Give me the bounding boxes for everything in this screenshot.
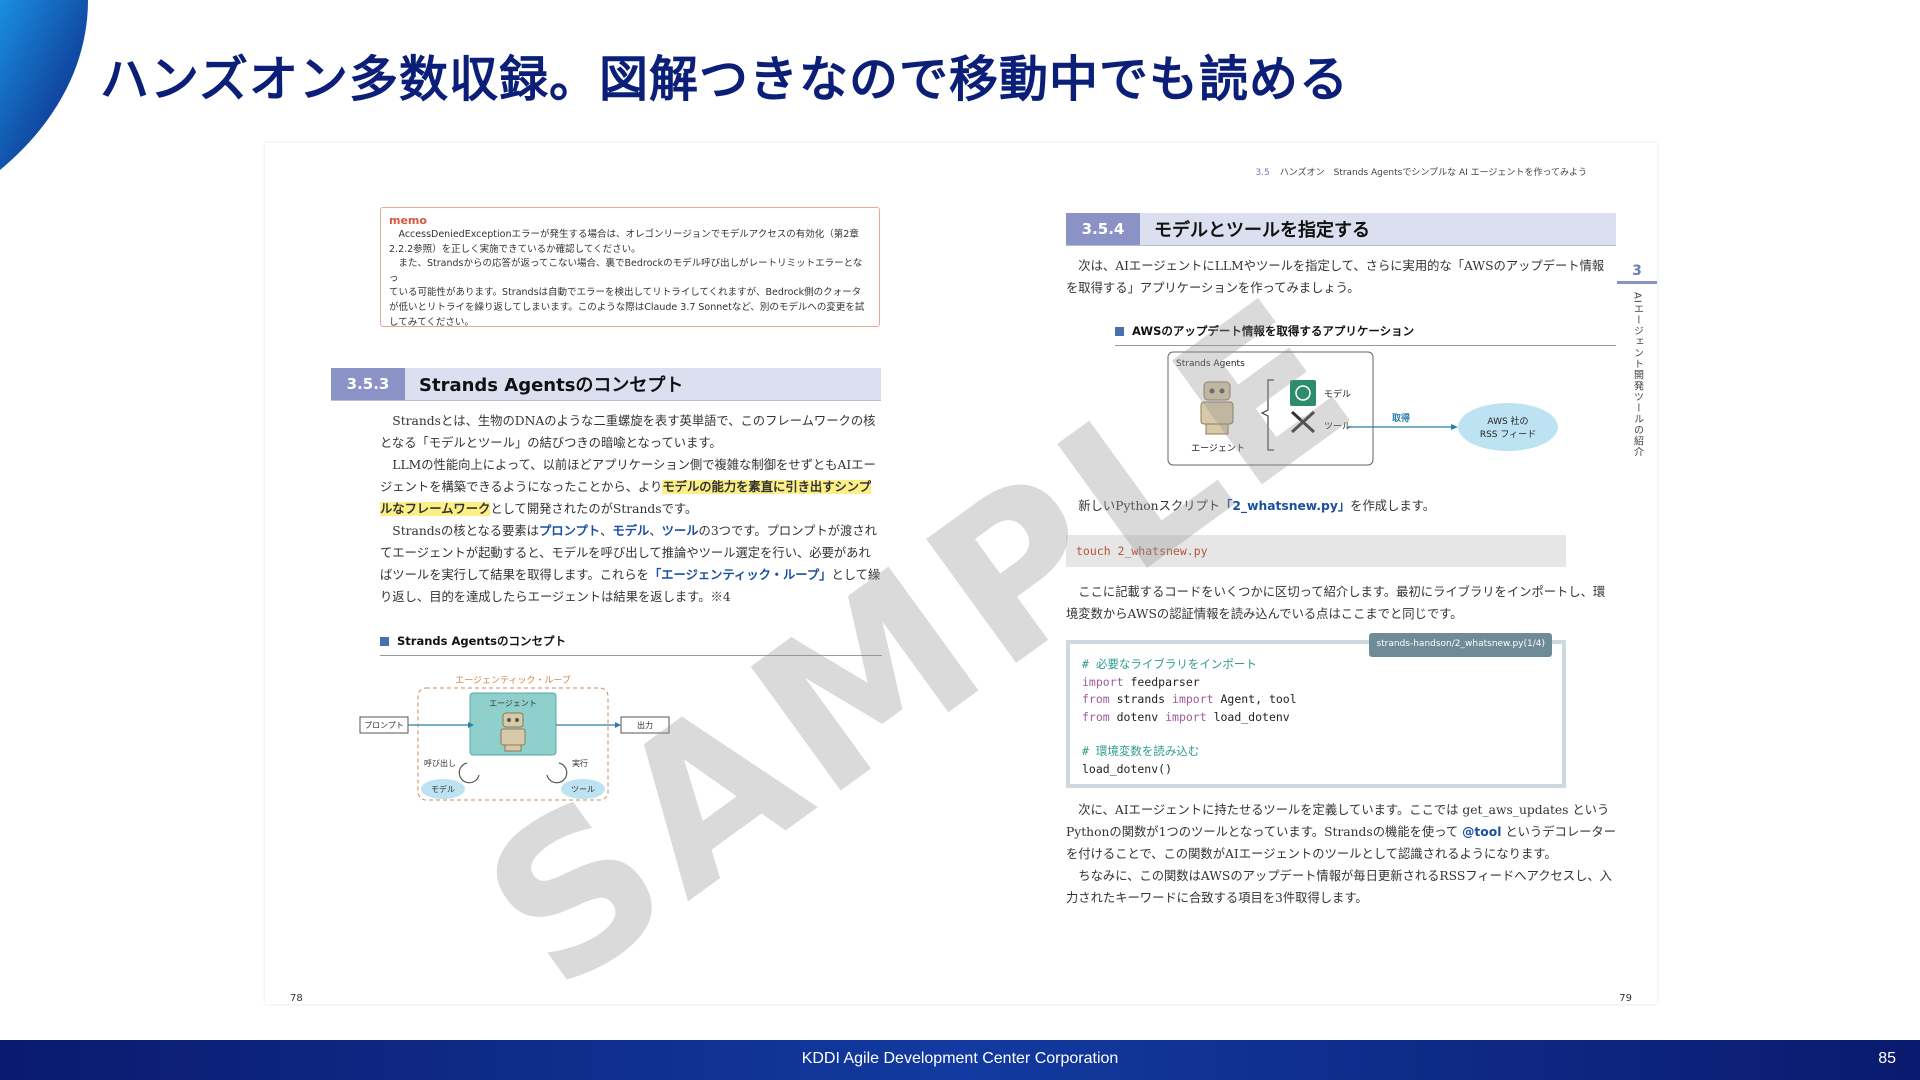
figure-caption-text: Strands Agentsのコンセプト (397, 634, 566, 648)
prompt-label: プロンプト (364, 721, 404, 730)
figure-icon (380, 636, 389, 646)
figure-icon (1115, 326, 1124, 336)
section-title: モデルとツールを指定する (1154, 220, 1370, 241)
running-head: 3.5 ハンズオン Strands Agentsでシンプルな AI エージェントを… (1255, 165, 1587, 178)
code-line: import feedparser (1082, 674, 1550, 692)
memo-line: AccessDeniedExceptionエラーが発生する場合は、オレゴンリージ… (389, 229, 859, 240)
slide-title: ハンズオン多数収録。図解つきなので移動中でも読める (100, 51, 1350, 108)
code-keyword: import (1172, 692, 1214, 706)
memo-text: AccessDeniedExceptionエラーが発生する場合は、オレゴンリージ… (389, 228, 871, 330)
keyword: プロンプト (538, 524, 601, 538)
right-body-text-4: 次に、AIエージェントに持たせるツールを定義しています。ここでは get_aws… (1066, 799, 1616, 909)
code-file-tab: strands-handson/2_whatsnew.py(1/4) (1369, 633, 1552, 657)
call-cycle-arrow (458, 762, 480, 784)
page-number-right: 79 (1619, 993, 1632, 1004)
section-heading-353: 3.5.3 Strands Agentsのコンセプト (331, 368, 881, 401)
feed-label-2: RSS フィード (1480, 430, 1536, 440)
text-run: として開発されたのがStrandsです。 (490, 502, 698, 516)
code-line: from strands import Agent, tool (1082, 691, 1550, 709)
arrow-head (1451, 424, 1458, 430)
code-text: Agent, tool (1213, 692, 1297, 706)
paragraph: Strandsとは、生物のDNAのような二重螺旋を表す英単語で、このフレームワー… (380, 414, 876, 450)
code-text: strands (1109, 692, 1173, 706)
fetch-label: 取得 (1392, 412, 1410, 424)
model-label: モデル (431, 784, 455, 794)
memo-line: してみてください。 (389, 316, 474, 328)
paragraph: 次に、AIエージェントに持たせるツールを定義しています。ここでは get_aws… (1066, 799, 1616, 865)
slide-number: 85 (1878, 1050, 1896, 1067)
code-line: load_dotenv() (1082, 761, 1173, 776)
code-text: feedparser (1123, 674, 1200, 689)
chapter-label: AIエージェント開発ツールの紹介 (1631, 292, 1643, 458)
code-listing: strands-handson/2_whatsnew.py(1/4) # 必要な… (1066, 633, 1566, 788)
paragraph: ちなみに、この関数はAWSのアップデート情報が毎日更新されるRSSフィードへアク… (1066, 869, 1612, 905)
agent-label: エージェント (489, 699, 537, 708)
code-keyword: from (1082, 709, 1110, 724)
keyword: @tool (1462, 825, 1502, 839)
code-text: dotenv (1109, 709, 1166, 724)
code-keyword: import (1082, 674, 1124, 689)
text-run: を作成します。 (1350, 499, 1436, 513)
code-blank (1082, 726, 1550, 743)
call-label: 呼び出し (424, 758, 456, 768)
section-title: Strands Agentsのコンセプト (419, 375, 684, 396)
memo-line: 2.2.2参照）を正しく実施できているか確認してください。 (389, 243, 641, 255)
rss-feed-node (1458, 403, 1558, 451)
memo-line: ている可能性があります。Strandsは自動でエラーを検出してリトライしてくれま… (389, 287, 862, 299)
code-keyword: from (1082, 692, 1110, 706)
paragraph: 次は、AIエージェントにLLMやツールを指定して、さらに実用的な「AWSのアップ… (1066, 259, 1605, 295)
section-heading-354: 3.5.4 モデルとツールを指定する (1066, 213, 1616, 246)
code-comment: # 必要なライブラリをインポート (1082, 657, 1257, 671)
feed-label-1: AWS 社の (1487, 415, 1528, 427)
keyword: ツール (661, 524, 699, 538)
running-head-text: ハンズオン Strands Agentsでシンプルな AI エージェントを作って… (1279, 168, 1587, 178)
running-head-number: 3.5 (1255, 168, 1270, 178)
robot-icon (500, 712, 526, 752)
code-comment: # 環境変数を読み込む (1082, 744, 1200, 758)
section-number: 3.5.4 (1066, 213, 1140, 245)
corner-decoration (0, 0, 88, 170)
text-run: 、 (649, 524, 662, 538)
chapter-tab: 3 AIエージェント開発ツールの紹介 (1617, 263, 1657, 458)
memo-title: memo (389, 214, 427, 227)
chapter-number: 3 (1617, 263, 1657, 284)
footer-company: KDDI Agile Development Center Corporatio… (801, 1050, 1119, 1067)
paragraph: LLMの性能向上によって、以前ほどアプリケーション側で複雑な制御をせずともAIエ… (380, 454, 882, 520)
memo-box: memo AccessDeniedExceptionエラーが発生する場合は、オレ… (380, 207, 880, 330)
text-run: Strandsの核となる要素は (392, 524, 539, 538)
right-body-text-1: 次は、AIエージェントにLLMやツールを指定して、さらに実用的な「AWSのアップ… (1066, 255, 1616, 299)
section-number: 3.5.3 (331, 368, 405, 400)
memo-line: また、Strandsからの応答が返ってこない場合、裏でBedrockのモデル呼び… (389, 258, 863, 284)
page-number-left: 78 (290, 993, 303, 1004)
code-text: load_dotenv (1206, 709, 1290, 724)
footer-bar: KDDI Agile Development Center Corporatio… (0, 1040, 1920, 1080)
loop-label: エージェンティック・ループ (455, 675, 571, 686)
memo-line: が低いとリトライを繰り返してしまいます。このような際はClaude 3.7 So… (389, 301, 865, 313)
text-run: 、 (600, 524, 613, 538)
keyword: モデル (612, 524, 650, 538)
code-line: from dotenv import load_dotenv (1082, 709, 1550, 727)
code-keyword: import (1165, 709, 1207, 724)
